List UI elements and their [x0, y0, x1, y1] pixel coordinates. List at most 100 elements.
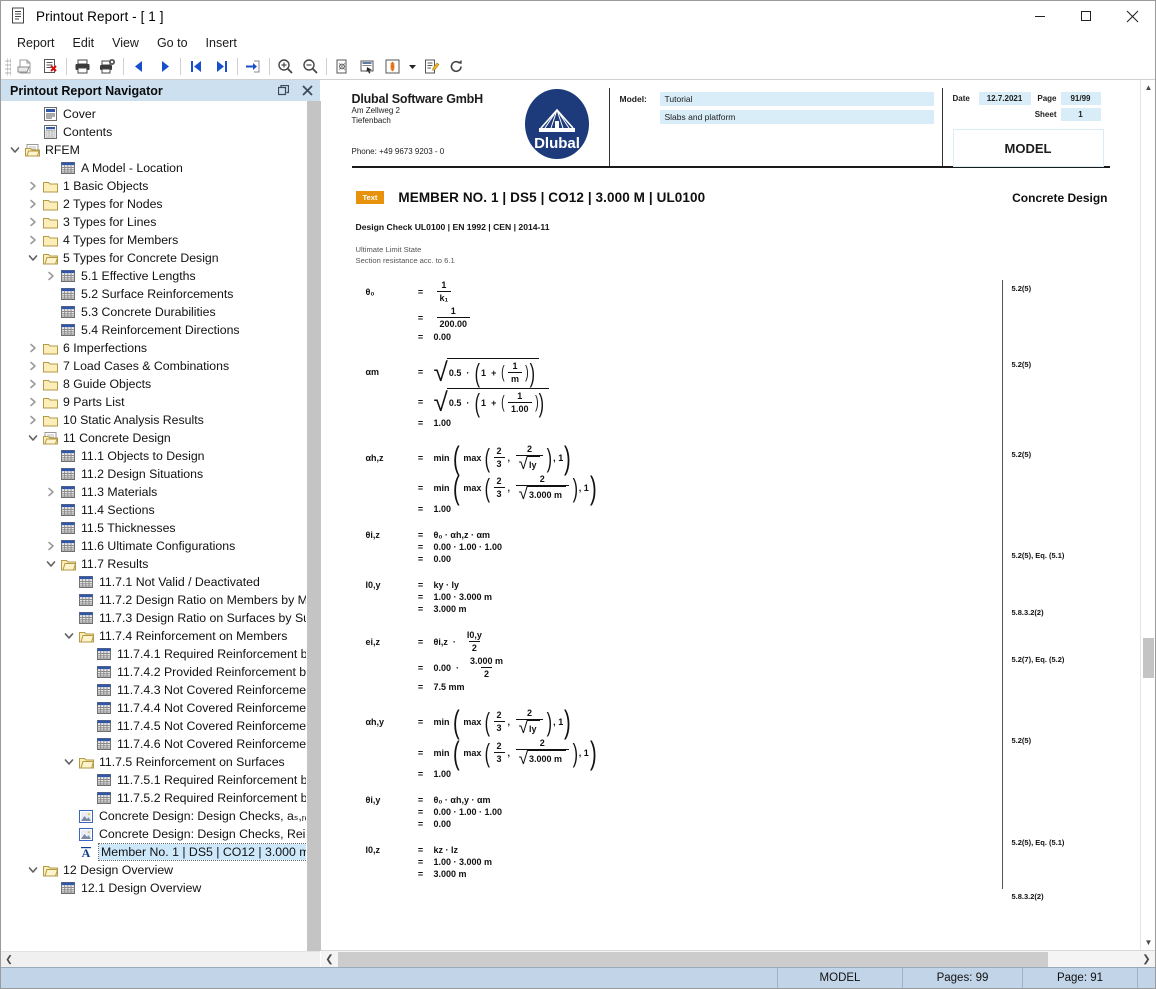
scroll-up-icon[interactable]: ▲	[1141, 80, 1156, 95]
tree-item[interactable]: 1 Basic Objects	[1, 177, 306, 195]
minimize-button[interactable]	[1017, 1, 1063, 32]
tree-item[interactable]: 8 Guide Objects	[1, 375, 306, 393]
tree-item[interactable]: 11.7.3 Design Ratio on Surfaces by Surfa…	[1, 609, 306, 627]
toolbar-grip[interactable]	[5, 57, 11, 76]
tree-item[interactable]: 11.7.4.1 Required Reinforcement by …	[1, 645, 306, 663]
tree-item[interactable]: 11 Concrete Design	[1, 429, 306, 447]
tree-item[interactable]: 11.7.5.2 Required Reinforcement by S…	[1, 789, 306, 807]
tree-item[interactable]: 5.3 Concrete Durabilities	[1, 303, 306, 321]
zoom-in-icon[interactable]	[273, 55, 298, 79]
chevron-right-icon[interactable]	[25, 411, 41, 429]
tree-item[interactable]: A Model - Location	[1, 159, 306, 177]
hscroll-track[interactable]	[338, 951, 1138, 967]
zoom-out-icon[interactable]	[298, 55, 323, 79]
document-horizontal-scrollbar[interactable]: ❮ ❯	[321, 950, 1155, 967]
tree-item[interactable]: 12 Design Overview	[1, 861, 306, 879]
chevron-right-icon[interactable]	[25, 393, 41, 411]
tree-item[interactable]: 11.3 Materials	[1, 483, 306, 501]
navigator-horizontal-scrollbar[interactable]: ❮	[1, 951, 320, 967]
tree-item[interactable]: 11.6 Ultimate Configurations	[1, 537, 306, 555]
tree-item[interactable]: 4 Types for Members	[1, 231, 306, 249]
undock-icon[interactable]	[276, 84, 290, 98]
delete-report-icon[interactable]	[38, 55, 63, 79]
previous-page-icon[interactable]	[127, 55, 152, 79]
last-page-icon[interactable]	[209, 55, 234, 79]
tree-item[interactable]: 11.7.4.4 Not Covered Reinforcement …	[1, 699, 306, 717]
menu-view[interactable]: View	[104, 34, 147, 52]
tree-item[interactable]: 11.7.5.1 Required Reinforcement by …	[1, 771, 306, 789]
print-settings-icon[interactable]	[95, 55, 120, 79]
document-vertical-scrollbar[interactable]: ▲ ▼	[1140, 80, 1155, 950]
hscroll-left-icon[interactable]: ❮	[321, 951, 338, 968]
menu-goto[interactable]: Go to	[149, 34, 196, 52]
tree-item[interactable]: 11.7.5 Reinforcement on Surfaces	[1, 753, 306, 771]
next-page-icon[interactable]	[152, 55, 177, 79]
tree-item[interactable]: Cover	[1, 105, 306, 123]
refresh-icon[interactable]	[444, 55, 469, 79]
go-to-page-icon[interactable]	[241, 55, 266, 79]
tree-item[interactable]: 7 Load Cases & Combinations	[1, 357, 306, 375]
tree-item[interactable]: 11.7.4.3 Not Covered Reinforcement …	[1, 681, 306, 699]
chevron-right-icon[interactable]	[25, 177, 41, 195]
close-button[interactable]	[1109, 1, 1155, 32]
chevron-down-icon[interactable]	[61, 627, 77, 645]
chevron-down-icon[interactable]	[43, 555, 59, 573]
chevron-right-icon[interactable]	[25, 213, 41, 231]
tree-item[interactable]: 11.7.4 Reinforcement on Members	[1, 627, 306, 645]
tree-item[interactable]: 11.7.4.5 Not Covered Reinforcement …	[1, 717, 306, 735]
tree-item[interactable]: 11.7.4.2 Provided Reinforcement by …	[1, 663, 306, 681]
adjust-icon[interactable]	[380, 55, 405, 79]
navigator-scroll-thumb[interactable]	[307, 101, 321, 951]
close-icon[interactable]	[300, 84, 314, 98]
tree-item[interactable]: 11.4 Sections	[1, 501, 306, 519]
hscroll-right-icon[interactable]: ❯	[1138, 951, 1155, 968]
page-viewport[interactable]: Dlubal Software GmbH Am Zellweg 2 Tiefen…	[321, 80, 1140, 950]
scroll-down-icon[interactable]: ▼	[1141, 935, 1156, 950]
chevron-right-icon[interactable]	[25, 231, 41, 249]
tree-item[interactable]: Concrete Design: Design Checks, aₛ,ᵣₑࢢ,1…	[1, 807, 306, 825]
navigator-vertical-scrollbar[interactable]	[306, 101, 321, 951]
tree-item[interactable]: 11.7 Results	[1, 555, 306, 573]
tree-item[interactable]: 11.7.1 Not Valid / Deactivated	[1, 573, 306, 591]
tree-item[interactable]: 3 Types for Lines	[1, 213, 306, 231]
selection-icon[interactable]	[355, 55, 380, 79]
tree-item[interactable]: 5 Types for Concrete Design	[1, 249, 306, 267]
first-page-icon[interactable]	[184, 55, 209, 79]
tree-item[interactable]: 2 Types for Nodes	[1, 195, 306, 213]
open-report-icon[interactable]	[13, 55, 38, 79]
report-tree[interactable]: Cover Contents RFEM A Model - Location 1 Bas…	[1, 101, 306, 951]
page-setup-icon[interactable]	[330, 55, 355, 79]
chevron-right-icon[interactable]	[25, 339, 41, 357]
chevron-down-icon[interactable]	[7, 141, 23, 159]
tree-item[interactable]: RFEM	[1, 141, 306, 159]
chevron-down-icon[interactable]	[25, 429, 41, 447]
print-icon[interactable]	[70, 55, 95, 79]
tree-item[interactable]: 5.4 Reinforcement Directions	[1, 321, 306, 339]
chevron-right-icon[interactable]	[25, 357, 41, 375]
document-scroll-thumb[interactable]	[1143, 638, 1154, 678]
tree-item[interactable]: 11.7.4.6 Not Covered Reinforcement …	[1, 735, 306, 753]
tree-item[interactable]: 9 Parts List	[1, 393, 306, 411]
tree-item[interactable]: 11.1 Objects to Design	[1, 447, 306, 465]
chevron-down-icon[interactable]	[25, 249, 41, 267]
maximize-button[interactable]	[1063, 1, 1109, 32]
chevron-right-icon[interactable]	[25, 195, 41, 213]
tree-item[interactable]: AMember No. 1 | DS5 | CO12 | 3.000 m | U…	[1, 843, 306, 861]
chevron-right-icon[interactable]	[25, 375, 41, 393]
tree-item[interactable]: 10 Static Analysis Results	[1, 411, 306, 429]
tree-item[interactable]: 5.2 Surface Reinforcements	[1, 285, 306, 303]
tree-item[interactable]: 11.5 Thicknesses	[1, 519, 306, 537]
menu-insert[interactable]: Insert	[198, 34, 245, 52]
menu-edit[interactable]: Edit	[65, 34, 103, 52]
chevron-down-icon[interactable]	[405, 55, 419, 79]
tree-item[interactable]: 12.1 Design Overview	[1, 879, 306, 897]
status-resize-grip[interactable]	[1137, 968, 1155, 988]
chevron-right-icon[interactable]	[43, 537, 59, 555]
chevron-right-icon[interactable]	[43, 267, 59, 285]
edit-report-icon[interactable]	[419, 55, 444, 79]
tree-item[interactable]: Contents	[1, 123, 306, 141]
tree-item[interactable]: 11.2 Design Situations	[1, 465, 306, 483]
scroll-left-icon[interactable]: ❮	[1, 952, 17, 968]
tree-item[interactable]: 6 Imperfections	[1, 339, 306, 357]
hscroll-thumb[interactable]	[338, 951, 1048, 967]
